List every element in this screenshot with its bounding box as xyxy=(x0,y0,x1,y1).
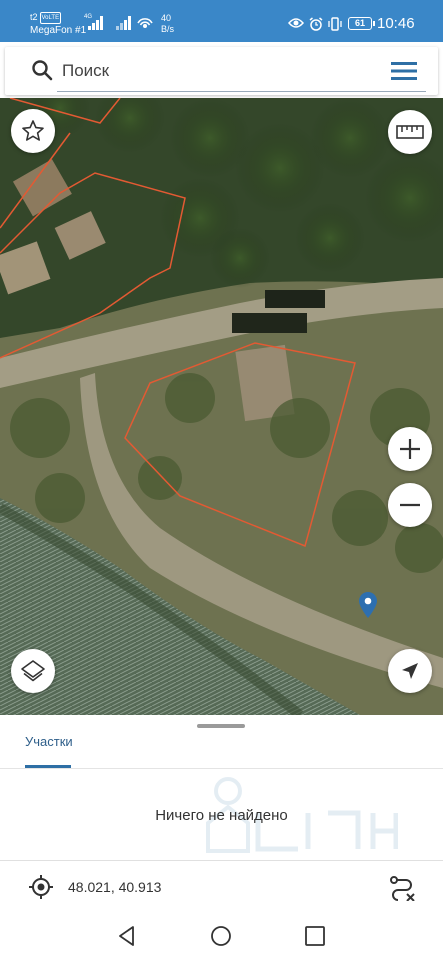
zoom-in-button[interactable] xyxy=(388,427,432,471)
system-navigation-bar xyxy=(0,915,443,960)
empty-results-message: Ничего не найдено xyxy=(155,807,288,824)
satellite-map[interactable] xyxy=(0,98,443,715)
layers-button[interactable] xyxy=(11,649,55,693)
tab-divider xyxy=(0,768,443,769)
hotspot-icon xyxy=(137,18,153,28)
tab-uchastki[interactable]: Участки xyxy=(25,734,73,749)
speed-unit: B/s xyxy=(161,24,175,34)
drag-handle[interactable] xyxy=(197,724,245,728)
search-bar xyxy=(5,47,438,95)
ruler-button[interactable] xyxy=(388,110,432,154)
plus-icon xyxy=(400,439,420,459)
layers-icon xyxy=(21,660,45,682)
my-location-button[interactable] xyxy=(388,649,432,693)
battery-icon: 61 xyxy=(348,17,375,30)
search-input[interactable] xyxy=(62,57,362,85)
ruler-icon xyxy=(396,125,424,139)
recent-apps-icon[interactable] xyxy=(304,925,326,947)
route-icon[interactable] xyxy=(388,873,416,901)
crosshair-icon[interactable] xyxy=(28,874,54,900)
signal-icon xyxy=(88,16,103,30)
minus-icon xyxy=(400,503,420,507)
carrier-label: t2 VoLTE xyxy=(30,12,62,24)
map-imagery xyxy=(0,98,443,715)
carrier-name: t2 xyxy=(30,12,38,22)
clock: 10:46 xyxy=(377,15,415,32)
favorites-button[interactable] xyxy=(11,109,55,153)
back-icon[interactable] xyxy=(116,925,138,947)
bottom-sheet: Участки Ничего не найдено 48.021, 40.913 xyxy=(0,715,443,915)
map-pin-icon[interactable] xyxy=(359,592,377,618)
alarm-icon xyxy=(309,17,323,31)
sheet-divider xyxy=(0,860,443,861)
speed-value: 40 xyxy=(161,13,172,23)
search-underline xyxy=(57,91,426,92)
zoom-out-button[interactable] xyxy=(388,483,432,527)
home-icon[interactable] xyxy=(210,925,232,947)
navigation-arrow-icon xyxy=(402,663,418,679)
eye-icon xyxy=(288,18,304,28)
menu-icon[interactable] xyxy=(391,61,417,81)
search-icon[interactable] xyxy=(31,59,53,81)
star-icon xyxy=(22,120,44,141)
network-speed: 40 B/s xyxy=(161,13,174,35)
operator-label: MegaFon #1 xyxy=(30,25,87,36)
signal-icon-2 xyxy=(116,16,131,30)
volte-badge: VoLTE xyxy=(39,12,62,24)
vibrate-icon xyxy=(328,17,342,31)
status-bar: t2 VoLTE MegaFon #1 4G 40 B/s 61 10:46 xyxy=(0,0,443,42)
coordinates-readout: 48.021, 40.913 xyxy=(68,879,162,895)
